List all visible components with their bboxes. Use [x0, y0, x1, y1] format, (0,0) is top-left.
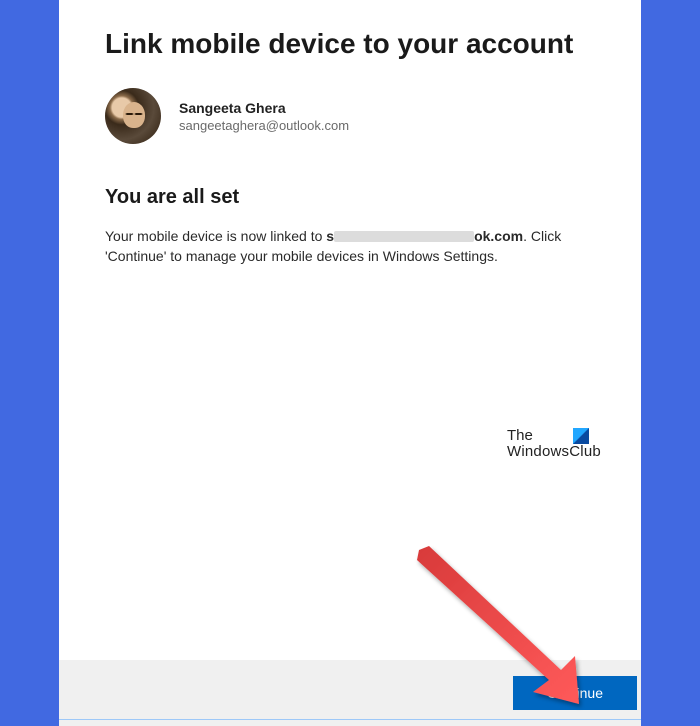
- continue-button[interactable]: Continue: [513, 676, 637, 710]
- user-info: Sangeeta Ghera sangeetaghera@outlook.com: [179, 100, 349, 133]
- linked-email-start: s: [326, 228, 334, 244]
- page-title: Link mobile device to your account: [105, 28, 595, 60]
- user-name: Sangeeta Ghera: [179, 100, 349, 116]
- dialog-content: Link mobile device to your account Sange…: [59, 0, 641, 660]
- dialog-window: Link mobile device to your account Sange…: [59, 0, 641, 726]
- linked-email-end: ok.com: [474, 228, 523, 244]
- watermark-line2: WindowsClub: [507, 444, 601, 460]
- status-heading: You are all set: [105, 186, 595, 209]
- user-email: sangeetaghera@outlook.com: [179, 118, 349, 133]
- status-body: Your mobile device is now linked to s ok.…: [105, 227, 575, 266]
- dialog-footer: Continue: [59, 660, 641, 726]
- user-row: Sangeeta Ghera sangeetaghera@outlook.com: [105, 88, 595, 144]
- redacted-segment: [334, 231, 474, 242]
- status-body-prefix: Your mobile device is now linked to: [105, 228, 326, 244]
- watermark-line1: The: [507, 428, 533, 444]
- windowsclub-logo-icon: [573, 428, 589, 444]
- watermark: The WindowsClub: [503, 426, 605, 464]
- avatar: [105, 88, 161, 144]
